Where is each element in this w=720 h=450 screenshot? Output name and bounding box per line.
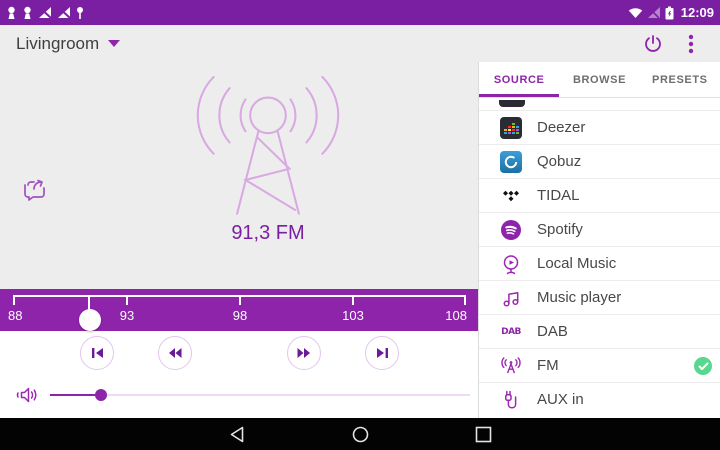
source-panel: SOURCE BROWSE PRESETS Deezer Qobuz TIDAL… <box>478 62 720 418</box>
partial-source-icon <box>499 100 525 107</box>
app-bar: Livingroom <box>0 25 720 62</box>
clock: 12:09 <box>680 5 714 20</box>
tab-bar: SOURCE BROWSE PRESETS <box>479 62 720 98</box>
qobuz-icon <box>499 150 523 174</box>
dab-icon-text: DAB <box>501 326 521 337</box>
source-list-item-spotify[interactable]: Spotify <box>479 212 720 246</box>
source-list-item-aux-in[interactable]: AUX in <box>479 382 720 416</box>
frequency-knob[interactable] <box>79 309 101 331</box>
recents-icon <box>475 426 491 442</box>
cell-signal-off-icon <box>647 7 660 19</box>
frequency-tick <box>13 295 15 305</box>
aux-icon <box>499 388 523 412</box>
frequency-slider[interactable]: 88 93 98 103 108 <box>0 289 478 331</box>
skip-next-button[interactable] <box>365 336 399 370</box>
battery-icon <box>665 6 674 19</box>
source-list-item-dab[interactable]: DAB DAB <box>479 314 720 348</box>
fast-forward-button[interactable] <box>287 336 321 370</box>
frequency-tick <box>352 295 354 305</box>
skip-previous-icon <box>91 348 103 358</box>
source-list-item-music-player[interactable]: Music player <box>479 280 720 314</box>
volume-knob[interactable] <box>95 389 107 401</box>
volume-slider[interactable] <box>50 394 470 396</box>
freq-tick-label: 108 <box>445 308 467 323</box>
radio-app-screen: 12:09 Livingroom 91,3 FM 88 93 98 103 10… <box>0 0 720 450</box>
source-list-item-local-music[interactable]: Local Music <box>479 246 720 280</box>
wifi-off-notification-icon <box>57 6 71 19</box>
active-tab-indicator <box>479 94 560 97</box>
freq-tick-label: 103 <box>342 308 364 323</box>
fm-antenna-graphic <box>196 76 340 215</box>
status-bar: 12:09 <box>0 0 720 25</box>
station-frequency-label: 91,3 FM <box>231 222 305 244</box>
source-label: DAB <box>537 323 568 340</box>
rewind-icon <box>169 348 182 358</box>
music-player-icon <box>499 286 523 310</box>
power-button[interactable] <box>642 33 664 55</box>
tidal-icon <box>499 184 523 208</box>
skip-previous-button[interactable] <box>80 336 114 370</box>
frequency-tick <box>239 295 241 305</box>
source-list-item-tidal[interactable]: TIDAL <box>479 178 720 212</box>
status-bar-notifications <box>6 6 84 20</box>
source-label: Qobuz <box>537 153 582 170</box>
rewind-button[interactable] <box>158 336 192 370</box>
source-label: Deezer <box>537 119 586 136</box>
chevron-down-icon <box>108 40 121 47</box>
tab-browse[interactable]: BROWSE <box>559 62 639 97</box>
tab-presets[interactable]: PRESETS <box>640 62 720 97</box>
selected-check-icon <box>694 357 712 375</box>
back-button[interactable] <box>176 426 299 443</box>
home-icon <box>352 426 368 442</box>
source-list-item-deezer[interactable]: Deezer <box>479 110 720 144</box>
freq-tick-label: 98 <box>232 308 248 323</box>
wifi-icon <box>628 8 642 18</box>
dab-icon: DAB <box>499 320 523 344</box>
local-music-icon <box>499 252 523 276</box>
share-room-icon[interactable] <box>20 172 52 204</box>
recents-button[interactable] <box>422 426 545 443</box>
source-list-item-partial[interactable] <box>479 98 720 110</box>
wifi-off-notification-icon <box>38 6 52 19</box>
source-label: Spotify <box>537 221 583 238</box>
frequency-tick <box>464 295 466 305</box>
source-label: Music player <box>537 289 622 306</box>
source-label: TIDAL <box>537 187 580 204</box>
fast-forward-icon <box>297 348 310 358</box>
room-selector[interactable]: Livingroom <box>16 33 121 54</box>
home-button[interactable] <box>299 426 422 443</box>
android-nav-bar <box>0 418 720 450</box>
volume-icon[interactable] <box>12 383 38 407</box>
fm-icon <box>499 354 523 378</box>
source-label: FM <box>537 357 559 374</box>
now-playing-area: 91,3 FM <box>0 62 478 289</box>
app-notification-icon <box>8 6 15 19</box>
source-list-item-qobuz[interactable]: Qobuz <box>479 144 720 178</box>
source-list: Deezer Qobuz TIDAL Spotify Local Music M… <box>479 98 720 416</box>
status-bar-system: 12:09 <box>628 5 714 20</box>
deezer-icon <box>499 116 523 140</box>
app-notification-icon <box>24 6 31 19</box>
freq-tick-label: 88 <box>8 308 23 323</box>
source-label: AUX in <box>537 391 584 408</box>
freq-tick-label: 93 <box>119 308 135 323</box>
volume-slider-fill <box>50 394 101 396</box>
pin-notification-icon <box>77 6 83 19</box>
skip-next-icon <box>376 348 388 358</box>
overflow-menu-button[interactable] <box>688 33 694 55</box>
tab-source[interactable]: SOURCE <box>479 62 559 97</box>
room-name: Livingroom <box>16 33 100 53</box>
player-panel: 91,3 FM 88 93 98 103 108 <box>0 62 478 418</box>
source-list-item-fm[interactable]: FM <box>479 348 720 382</box>
back-icon <box>230 426 243 442</box>
frequency-tick <box>126 295 128 305</box>
spotify-icon <box>499 218 523 242</box>
source-label: Local Music <box>537 255 617 272</box>
